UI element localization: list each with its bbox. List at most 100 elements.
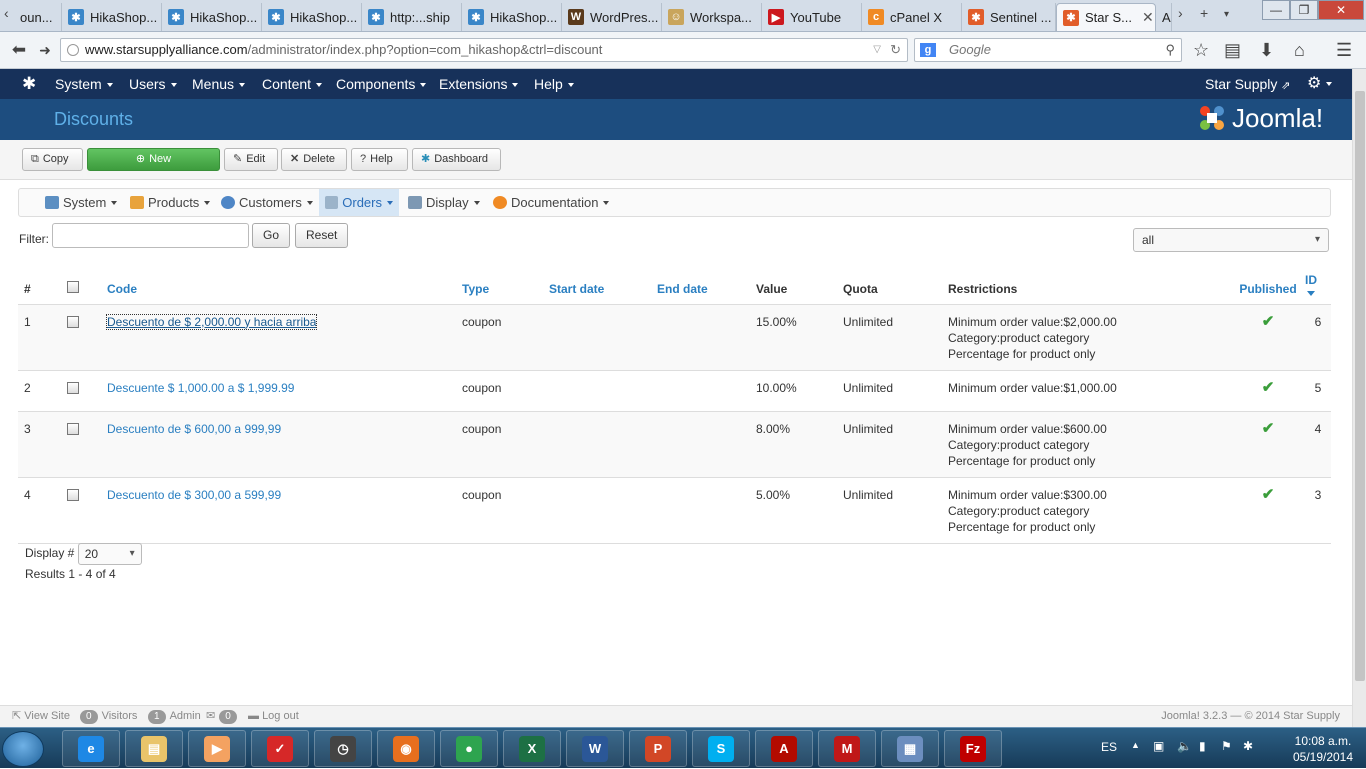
published-check-icon[interactable]: ✔ (1262, 420, 1275, 437)
taskbar-app-button[interactable]: S (692, 730, 750, 767)
taskbar-app-button[interactable]: ◷ (314, 730, 372, 767)
taskbar-app-button[interactable]: M (818, 730, 876, 767)
scroll-tabs-right-icon[interactable]: › (1178, 5, 1183, 21)
taskbar-app-button[interactable]: P (629, 730, 687, 767)
reset-button[interactable]: Reset (295, 223, 349, 248)
dashboard-button[interactable]: ✱ Dashboard (412, 148, 501, 171)
published-check-icon[interactable]: ✔ (1262, 486, 1275, 503)
language-indicator[interactable]: ES (1101, 740, 1117, 754)
col-type[interactable]: Type (456, 262, 543, 305)
new-button[interactable]: ⊕ New (87, 148, 220, 171)
taskbar-app-button[interactable]: W (566, 730, 624, 767)
messages-status[interactable]: ✉ 0 (206, 706, 241, 727)
state-filter-select[interactable]: all (1133, 228, 1329, 252)
network-icon[interactable]: ▮ (1199, 739, 1206, 753)
copy-button[interactable]: ⧉ Copy (22, 148, 83, 171)
url-history-icon[interactable]: ▽ (873, 39, 881, 61)
menu-icon[interactable]: ☰ (1336, 40, 1352, 60)
search-box[interactable]: g Google ⚲ (914, 38, 1182, 62)
discount-code-link[interactable]: Descuento de $ 300,00 a 599,99 (107, 488, 281, 502)
site-link[interactable]: Star Supply ⇗ (1205, 69, 1290, 99)
close-window-button[interactable]: ✕ (1318, 0, 1364, 20)
search-icon[interactable]: ⚲ (1165, 39, 1175, 61)
browser-tab[interactable]: ✱ http:...ship (362, 3, 462, 31)
hikamenu-system[interactable]: System (39, 189, 123, 216)
taskbar-app-button[interactable]: ● (440, 730, 498, 767)
row-checkbox[interactable] (67, 488, 79, 501)
discount-code-link[interactable]: Descuento de $ 2,000.00 y hacia arriba (105, 313, 318, 330)
action-center-icon[interactable]: ⚑ (1221, 739, 1232, 753)
hikamenu-customers[interactable]: Customers (215, 189, 319, 216)
close-tab-icon[interactable]: ✕ (1142, 9, 1154, 26)
discount-code-link[interactable]: Descuente $ 1,000.00 a $ 1,999.99 (107, 381, 294, 395)
taskbar-app-button[interactable]: ✓ (251, 730, 309, 767)
menu-extensions[interactable]: Extensions (439, 69, 519, 99)
scrollbar-thumb[interactable] (1355, 91, 1365, 681)
taskbar-app-button[interactable]: X (503, 730, 561, 767)
back-icon[interactable]: ⬅ (8, 39, 30, 61)
edit-button[interactable]: ✎ Edit (224, 148, 278, 171)
taskbar-app-button[interactable]: Fz (944, 730, 1002, 767)
browser-tab-active[interactable]: ✱ Star S... ✕ (1056, 3, 1156, 31)
browser-tab[interactable]: W WordPres... (562, 3, 662, 31)
scroll-tabs-left-icon[interactable]: ‹ (4, 5, 9, 21)
taskbar-clock[interactable]: 10:08 a.m. 05/19/2014 (1280, 733, 1366, 765)
tray-app-icon[interactable]: ▣ (1153, 739, 1164, 753)
reload-icon[interactable]: ↻ (890, 39, 901, 61)
browser-tab[interactable]: oun... (14, 3, 62, 31)
published-check-icon[interactable]: ✔ (1262, 313, 1275, 330)
menu-content[interactable]: Content (262, 69, 323, 99)
hikamenu-products[interactable]: Products (124, 189, 216, 216)
taskbar-app-button[interactable]: ▦ (881, 730, 939, 767)
browser-tab[interactable]: ☺ Workspa... (662, 3, 762, 31)
select-all-checkbox[interactable] (67, 280, 79, 293)
taskbar-app-button[interactable]: ▶ (188, 730, 246, 767)
sync-icon[interactable]: ✱ (1243, 739, 1253, 753)
tray-expand-icon[interactable]: ▲ (1131, 740, 1140, 750)
browser-tab[interactable]: ✱ HikaShop... (62, 3, 162, 31)
windows-start-button[interactable] (2, 731, 44, 767)
address-bar[interactable]: www.starsupplyalliance.com/administrator… (60, 38, 908, 62)
row-checkbox[interactable] (67, 315, 79, 328)
menu-menus[interactable]: Menus (192, 69, 246, 99)
hikamenu-display[interactable]: Display (402, 189, 486, 216)
col-code[interactable]: Code (101, 262, 456, 305)
maximize-window-button[interactable]: ❐ (1290, 0, 1318, 20)
browser-tab[interactable]: A (1158, 3, 1172, 31)
downloads-icon[interactable]: ⬇ (1259, 40, 1274, 60)
forward-icon[interactable]: ➜ (34, 39, 56, 61)
menu-components[interactable]: Components (336, 69, 427, 99)
browser-tab[interactable]: ✱ HikaShop... (162, 3, 262, 31)
browser-tab[interactable]: ✱ Sentinel ... (962, 3, 1056, 31)
hikamenu-documentation[interactable]: Documentation (487, 189, 615, 216)
browser-tab[interactable]: ✱ HikaShop... (462, 3, 562, 31)
published-check-icon[interactable]: ✔ (1262, 379, 1275, 396)
discount-code-link[interactable]: Descuento de $ 600,00 a 999,99 (107, 422, 281, 436)
filter-input[interactable] (52, 223, 249, 248)
taskbar-app-button[interactable]: ◉ (377, 730, 435, 767)
browser-tab[interactable]: ✱ HikaShop... (262, 3, 362, 31)
taskbar-app-button[interactable]: A (755, 730, 813, 767)
col-end-date[interactable]: End date (651, 262, 750, 305)
tab-list-icon[interactable]: ▾ (1224, 9, 1229, 20)
new-tab-icon[interactable]: + (1200, 5, 1208, 21)
display-limit-select[interactable]: 20 (77, 543, 142, 565)
go-button[interactable]: Go (252, 223, 291, 248)
minimize-window-button[interactable]: — (1262, 0, 1290, 20)
settings-gear-icon[interactable]: ⚙ (1307, 69, 1333, 99)
col-published[interactable]: Published (1233, 262, 1305, 305)
row-checkbox[interactable] (67, 422, 79, 435)
browser-tab[interactable]: c cPanel X (862, 3, 962, 31)
help-button[interactable]: ? Help (351, 148, 408, 171)
page-scrollbar[interactable] (1352, 69, 1366, 727)
browser-tab[interactable]: ▶ YouTube (762, 3, 862, 31)
joomla-icon[interactable]: ✱ (22, 69, 36, 99)
taskbar-app-button[interactable]: e (62, 730, 120, 767)
hikamenu-orders[interactable]: Orders (319, 189, 399, 216)
bookmark-star-icon[interactable]: ☆ (1193, 40, 1209, 60)
menu-help[interactable]: Help (534, 69, 574, 99)
col-id[interactable]: ID (1305, 262, 1331, 305)
logout-link[interactable]: ▬ Log out (248, 706, 299, 727)
menu-users[interactable]: Users (129, 69, 177, 99)
view-site-link[interactable]: ⇱ View Site (12, 706, 70, 727)
